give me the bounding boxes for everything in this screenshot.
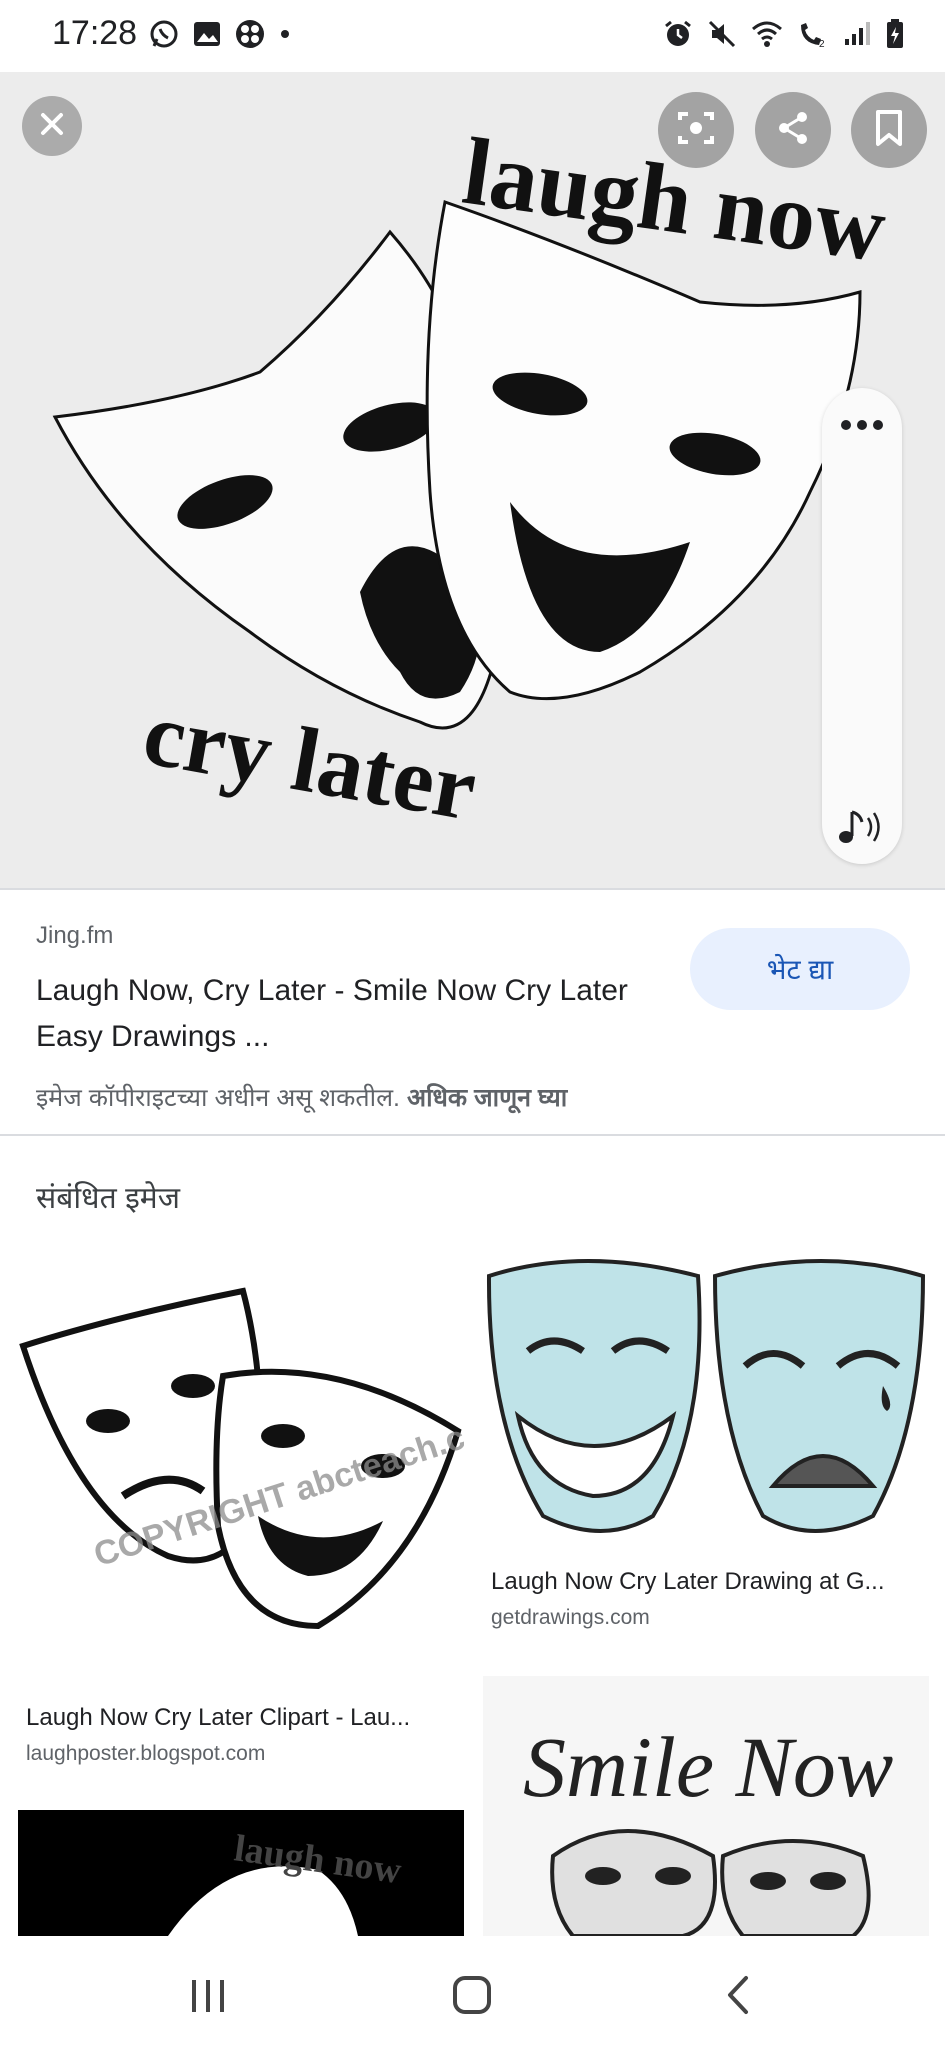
alarm-icon <box>663 19 693 54</box>
related-card-title[interactable]: Laugh Now Cry Later Clipart - Lau... <box>26 1704 456 1732</box>
divider <box>0 888 945 890</box>
related-image-card[interactable]: COPYRIGHT abcteach.com <box>18 1246 464 1690</box>
whatsapp-icon <box>148 18 180 55</box>
result-title[interactable]: Laugh Now, Cry Later - Smile Now Cry Lat… <box>36 968 656 1060</box>
status-time: 17:28 <box>52 14 138 52</box>
related-card-source[interactable]: getdrawings.com <box>491 1606 650 1630</box>
copyright-text: इमेज कॉपीराइटच्या अधीन असू शकतील. <box>36 1084 401 1112</box>
related-image-masks: COPYRIGHT abcteach.com <box>18 1246 464 1690</box>
mute-icon <box>707 19 737 54</box>
lens-icon <box>676 108 716 153</box>
app-icon <box>234 18 266 55</box>
svg-text:2: 2 <box>819 39 825 49</box>
signal-icon <box>843 19 871 54</box>
divider <box>0 1134 945 1136</box>
art-text: Smile Now <box>523 1719 893 1815</box>
status-bar: 17:28 2 <box>0 0 945 72</box>
visit-button[interactable]: भेट द्या <box>690 928 910 1010</box>
battery-icon <box>885 18 905 55</box>
related-image-card[interactable]: laugh now <box>18 1810 464 1936</box>
share-button[interactable] <box>755 92 831 168</box>
close-button[interactable] <box>22 96 82 156</box>
close-icon <box>37 109 67 144</box>
related-image-card[interactable] <box>483 1246 929 1554</box>
wifi-calling-icon: 2 <box>797 19 829 54</box>
copyright-notice: इमेज कॉपीराइटच्या अधीन असू शकतील. अधिक ज… <box>36 1080 567 1114</box>
dot-icon <box>278 27 292 46</box>
bookmark-button[interactable] <box>851 92 927 168</box>
result-source[interactable]: Jing.fm <box>36 922 113 950</box>
media-side-pill[interactable] <box>822 388 902 864</box>
related-image-smile-now: Smile Now <box>483 1676 929 1936</box>
home-icon[interactable] <box>451 1974 493 2021</box>
related-card-title[interactable]: Laugh Now Cry Later Drawing at G... <box>491 1568 921 1596</box>
related-image-card[interactable]: Smile Now <box>483 1676 929 1936</box>
image-preview[interactable]: laugh now cry later <box>0 72 945 890</box>
share-icon <box>773 108 813 153</box>
more-options-icon[interactable] <box>840 418 884 436</box>
lens-button[interactable] <box>658 92 734 168</box>
system-nav-bar <box>0 1936 945 2048</box>
related-image-dark-mask: laugh now <box>18 1810 464 1936</box>
related-image-blue-masks <box>483 1246 929 1554</box>
related-card-source[interactable]: laughposter.blogspot.com <box>26 1742 265 1766</box>
recents-icon[interactable] <box>188 1976 228 2021</box>
notification-icons <box>148 18 292 55</box>
learn-more-link[interactable]: अधिक जाणून घ्या <box>407 1084 567 1112</box>
related-images-heading: संबंधित इमेज <box>36 1182 180 1215</box>
bookmark-icon <box>872 109 906 152</box>
music-icon[interactable] <box>836 806 888 853</box>
theater-masks-image: laugh now cry later <box>52 117 892 840</box>
system-icons: 2 <box>663 18 905 55</box>
gallery-icon <box>192 19 222 54</box>
back-icon[interactable] <box>718 1974 758 2021</box>
wifi-icon <box>751 19 783 54</box>
